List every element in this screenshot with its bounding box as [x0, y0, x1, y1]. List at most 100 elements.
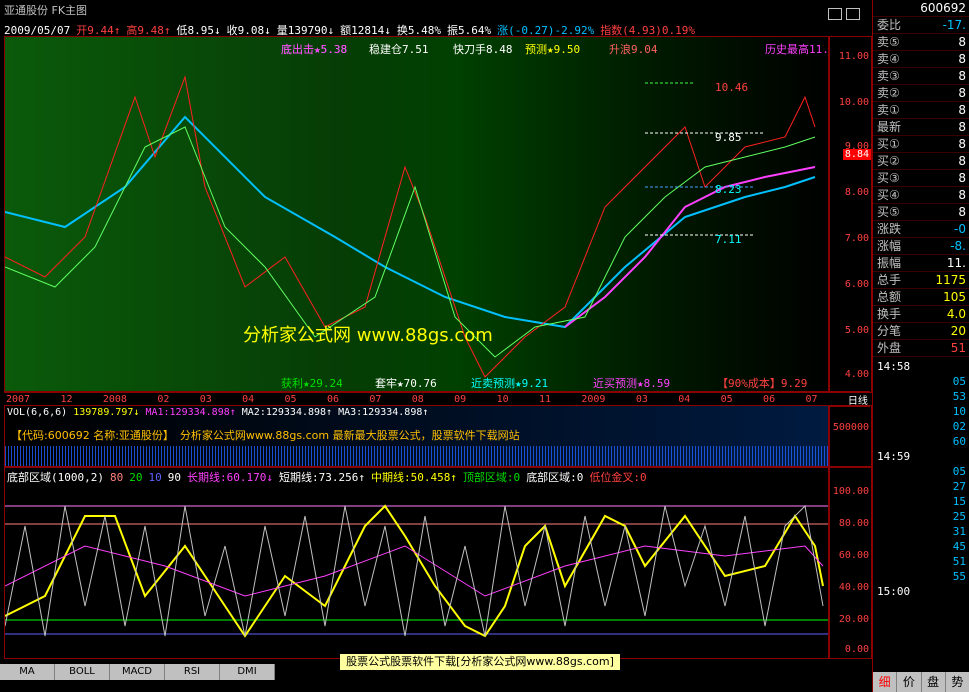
date-tick: 04	[678, 394, 691, 405]
ind-p10: 10	[148, 470, 162, 484]
date-tick: 07	[805, 394, 818, 405]
ind-tick: 100.00	[832, 486, 869, 497]
date-tick: 05	[720, 394, 733, 405]
ind-top: 顶部区域:0	[462, 471, 521, 484]
quote-row: 卖④ 8	[873, 51, 969, 68]
trap-label: 套牢★70.76	[375, 377, 437, 390]
quote-row: 委比 -17.	[873, 17, 969, 34]
price-tick: 8.00	[844, 187, 869, 198]
quote-row: 总额 105	[873, 289, 969, 306]
forecast-label: 预测★9.50	[525, 43, 581, 56]
ind-short: 短期线:73.256↑	[278, 471, 365, 484]
near-sell-label: 近卖预测★9.21	[471, 377, 549, 390]
price-tick: 7.00	[844, 233, 869, 244]
ind-tick: 40.00	[838, 582, 869, 593]
price-tick: 6.00	[844, 279, 869, 290]
tab-order[interactable]: 盘	[921, 672, 946, 692]
tab-trend[interactable]: 势	[945, 672, 969, 692]
scroll-icon[interactable]	[828, 8, 842, 20]
ind-tick: 0.00	[844, 644, 869, 655]
vol-value: 139789.797↓	[73, 407, 140, 418]
ind-header: 底部区域(1000,2)	[7, 471, 104, 484]
quote-row: 总手 1175	[873, 272, 969, 289]
quote-row: 卖③ 8	[873, 68, 969, 85]
price-axis: 11.00 10.00 9.00 8.84 8.00 7.00 6.00 5.0…	[828, 36, 872, 393]
main-chart[interactable]: 底出击★5.38 底出击★5.38 稳建仓7.51 快刀手8.48 预测★9.5…	[4, 36, 830, 393]
price-marker-2: 9.85	[715, 131, 742, 144]
date-tick: 2007	[6, 394, 31, 405]
quote-row: 卖⑤ 8	[873, 34, 969, 51]
vol-header: VOL(6,6,6)	[7, 407, 68, 418]
footer-ad[interactable]: 股票公式股票软件下载[分析家公式网www.88gs.com]	[340, 654, 620, 670]
indicator-axis: 100.00 80.00 60.00 40.00 20.00 0.00	[828, 467, 872, 659]
cost90-label: 【90%成本】9.29	[717, 377, 808, 390]
price-tick: 11.00	[838, 51, 869, 62]
quote-row: 卖② 8	[873, 85, 969, 102]
ind-golden: 低位金叉:0	[589, 471, 647, 484]
ind-long: 长期线:60.170↓	[186, 471, 273, 484]
ind-tick: 60.00	[838, 550, 869, 561]
vol-banner-code: 【代码:600692 名称:亚通股份】	[11, 429, 174, 442]
quote-row: 买① 8	[873, 136, 969, 153]
quote-row: 买③ 8	[873, 170, 969, 187]
quote-row: 买⑤ 8	[873, 204, 969, 221]
vol-banner-site: 分析家公式网www.88gs.com 最新最大股票公式，股票软件下载网站	[179, 429, 520, 442]
quote-sidebar: 600692 委比 -17. 卖⑤ 8 卖④ 8 卖③ 8 卖② 8 卖① 8 最新 8 买①…	[872, 0, 969, 692]
date-tick: 10	[496, 394, 509, 405]
volume-panel[interactable]: VOL(6,6,6) 139789.797↓ MA1:129334.898↑ M…	[4, 405, 830, 467]
info-bar: 2009/05/07 开9.44↑ 高9.48↑ 低8.95↓ 收9.08↓ 量…	[0, 22, 870, 38]
ind-mid: 中期线:50.458↑	[370, 471, 457, 484]
price-tick: 5.00	[844, 325, 869, 336]
date-tick: 06	[763, 394, 776, 405]
date-tick: 06	[326, 394, 339, 405]
last-price-badge: 8.84	[842, 149, 871, 160]
quote-row: 买② 8	[873, 153, 969, 170]
date-tick: 03	[635, 394, 648, 405]
date-tick: 03	[199, 394, 212, 405]
date-tick: 02	[157, 394, 170, 405]
tab-dmi[interactable]: DMI	[220, 664, 275, 680]
vol-ma3: MA3:129334.898↑	[338, 407, 429, 418]
date-tick: 09	[454, 394, 467, 405]
tick-list[interactable]: 14:58 05 53 10 02 60 14:59 05 27 15 25 3…	[873, 357, 969, 601]
ind-tick: 20.00	[838, 614, 869, 625]
quote-row: 涨跌 -0	[873, 221, 969, 238]
tab-macd[interactable]: MACD	[110, 664, 165, 680]
quote-row: 外盘 51	[873, 340, 969, 357]
price-marker-3: 8.23	[715, 183, 742, 196]
vol-ma1: MA1:129334.898↑	[145, 407, 236, 418]
stock-code: 600692	[920, 1, 966, 15]
rise-label: 升浪9.04	[609, 43, 658, 56]
near-buy-label: 近买预测★8.59	[593, 377, 671, 390]
quote-list: 委比 -17. 卖⑤ 8 卖④ 8 卖③ 8 卖② 8 卖① 8 最新 8 买① 8 买② 8 买…	[873, 17, 969, 357]
quote-row: 卖① 8	[873, 102, 969, 119]
quote-row: 分笔 20	[873, 323, 969, 340]
indicator-panel[interactable]: 底部区域(1000,2) 80 20 10 90 长期线:60.170↓ 短期线…	[4, 467, 830, 659]
price-tick: 4.00	[844, 369, 869, 380]
hist-high-label: 历史最高11.	[765, 43, 829, 56]
ind-p90: 90	[167, 470, 181, 484]
title-bar: 亚通股份 FK主图	[0, 0, 870, 22]
ind-p80: 80	[109, 470, 124, 484]
date-tick: 05	[284, 394, 297, 405]
steady-label: 稳建仓7.51	[369, 43, 429, 56]
tab-boll[interactable]: BOLL	[55, 664, 110, 680]
watermark-text: 分析家公式网 www.88gs.com	[243, 325, 493, 346]
date-tick: 07	[369, 394, 382, 405]
restore-icon[interactable]	[846, 8, 860, 20]
ind-p20: 20	[129, 470, 143, 484]
price-marker-4: 7.11	[715, 233, 742, 246]
quote-row: 换手 4.0	[873, 306, 969, 323]
tab-price[interactable]: 价	[897, 672, 922, 692]
quote-row: 振幅 11.	[873, 255, 969, 272]
date-tick: 2009	[581, 394, 606, 405]
vol-tick: 500000	[832, 422, 869, 433]
tab-ma[interactable]: MA	[0, 664, 55, 680]
quick-label: 快刀手8.48	[453, 43, 513, 56]
quote-row: 最新 8	[873, 119, 969, 136]
volume-axis: 500000	[828, 405, 872, 467]
tab-detail[interactable]: 细	[873, 672, 898, 692]
quote-row: 涨幅 -8.	[873, 238, 969, 255]
tab-rsi[interactable]: RSI	[165, 664, 220, 680]
gain-label: 获利★29.24	[281, 377, 343, 390]
